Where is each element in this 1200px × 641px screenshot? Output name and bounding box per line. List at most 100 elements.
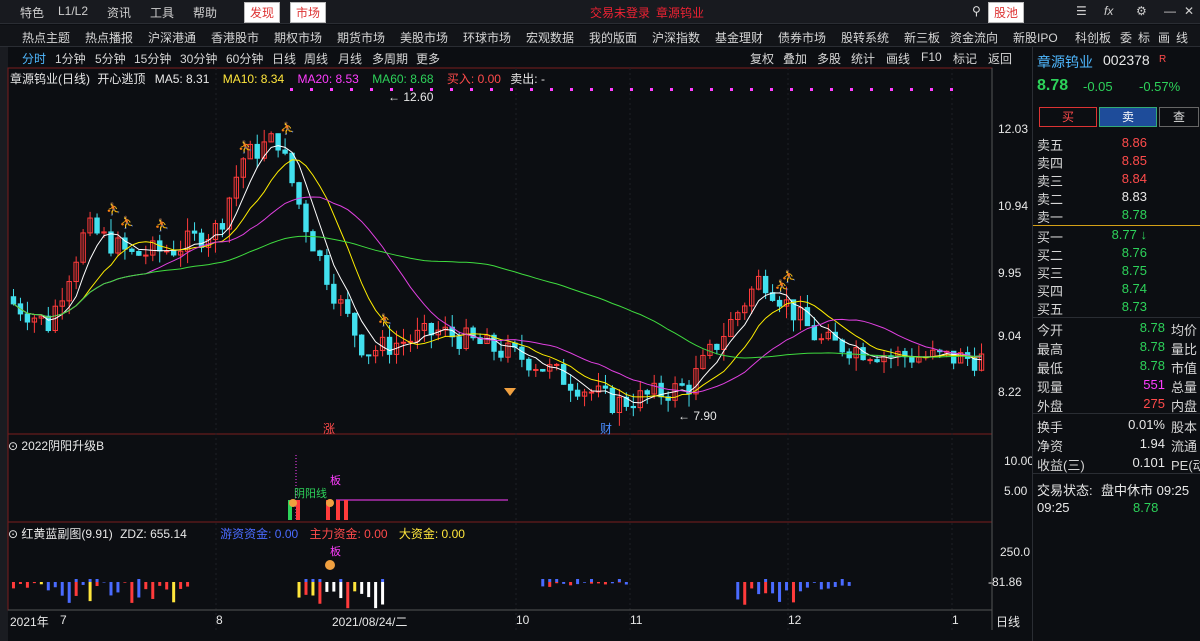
quote-price: 8.78: [1037, 77, 1069, 94]
formula-icon[interactable]: fx: [1104, 4, 1113, 18]
sub2-bar: [25, 582, 29, 588]
signal-dot: [710, 88, 713, 91]
book-divider: [1033, 225, 1200, 226]
stat2-label: 换手: [1037, 420, 1064, 435]
buy-button[interactable]: 买: [1039, 107, 1097, 127]
high-annotation: ← 12.60: [388, 90, 434, 104]
nav-tab-18[interactable]: 委: [1120, 29, 1132, 46]
candle-body: [630, 405, 637, 409]
candle-body: [860, 347, 866, 361]
stat-label2: 均价: [1171, 323, 1198, 338]
close-icon[interactable]: ✕: [1184, 4, 1194, 18]
legend-ma10: MA10: 8.34: [222, 72, 285, 86]
minimize-icon[interactable]: —: [1164, 4, 1176, 18]
layers-icon[interactable]: ☰: [1076, 4, 1087, 18]
sub2-bar: [88, 582, 92, 602]
stat2-label: 净资: [1037, 439, 1064, 454]
stat-label: 现量: [1037, 380, 1064, 395]
legend-indicator[interactable]: 开心逃顶: [97, 72, 145, 86]
bid-row-1: 买二 8.76: [1037, 245, 1199, 263]
time-axis-label-6: 12: [788, 613, 802, 627]
sub2-bar: [325, 582, 329, 592]
signal-dot: [670, 88, 673, 91]
stat-row-3: 现量 551 总量: [1037, 377, 1199, 395]
sub2-bar: [304, 582, 308, 595]
sub2-bar: [67, 582, 71, 603]
sub2-bar: [179, 582, 183, 589]
quote-change: -0.05: [1083, 79, 1113, 94]
diamond-marker: [504, 388, 516, 396]
signal-dot: [910, 88, 913, 91]
candle-body: [519, 346, 525, 360]
stat-row-4: 外盘 275 内盘: [1037, 396, 1199, 414]
sub2-bar: [743, 582, 747, 605]
candle-body: [714, 343, 720, 350]
stat2-row-0: 换手 0.01% 股本: [1037, 417, 1199, 435]
sub2-bar: [826, 582, 830, 589]
sub2-bar: [39, 582, 43, 585]
candle-body: [275, 133, 281, 151]
stat2-value: 1.94: [1139, 436, 1165, 451]
nav-tab-17[interactable]: 科创板: [1075, 29, 1111, 46]
sell-button[interactable]: 卖: [1099, 107, 1157, 127]
nav-tab-19[interactable]: 标: [1138, 29, 1150, 46]
quote-stock-name[interactable]: 章源钨业: [1037, 52, 1093, 72]
ask-price: 8.83: [1121, 189, 1147, 204]
signal-dot: [330, 88, 333, 91]
sub2-cap: [590, 579, 594, 582]
nav-tab-20[interactable]: 画: [1158, 29, 1170, 46]
candle-body: [219, 223, 226, 230]
bid-label: 买二: [1037, 248, 1064, 263]
time-axis-label-0: 2021年: [10, 615, 49, 629]
time-axis-label-2: 8: [216, 613, 223, 627]
kline-chart-area[interactable]: ⛹⛹ ⛹⛹⛹⛹⛹⛹: [0, 0, 1032, 641]
sub2-cap: [137, 579, 141, 582]
sub2-bar: [102, 582, 106, 583]
signal-dot: [590, 88, 593, 91]
stat2-label2: 股本: [1171, 420, 1198, 435]
sub1-coin-marker: [326, 499, 334, 507]
signal-dot: [950, 88, 953, 91]
signal-dot: [650, 88, 653, 91]
time-axis-label-8: 日线: [996, 615, 1021, 629]
ask-label: 卖二: [1037, 192, 1064, 207]
tick-price: 8.78: [1133, 500, 1159, 515]
sub2-bar: [381, 582, 385, 605]
candle-body: [456, 336, 462, 349]
sub2-bar: [764, 582, 768, 594]
sub2-cap: [548, 579, 552, 582]
sub2-tag-ban: 板: [330, 546, 341, 558]
bid-label: 买三: [1037, 266, 1064, 281]
sub2-bar: [624, 582, 628, 585]
candle-body: [762, 275, 769, 294]
sub2-bar: [833, 582, 837, 587]
ask-label: 卖四: [1037, 156, 1064, 171]
ask-row-1: 卖四 8.85: [1037, 153, 1199, 171]
candle-body: [129, 248, 135, 252]
buy-marker: ⛹: [120, 214, 135, 229]
nav-tab-21[interactable]: 线: [1176, 29, 1188, 46]
sub2-bar: [590, 582, 594, 584]
sub2-axis-label-1: -81.86: [988, 575, 1023, 589]
query-button[interactable]: 查: [1159, 107, 1199, 127]
sub2-bar: [360, 582, 364, 594]
sub2-bar: [791, 582, 795, 603]
buy-marker: ⛹: [238, 139, 253, 154]
bid-row-3: 买四 8.74: [1037, 281, 1199, 299]
candle-body: [874, 359, 880, 363]
zhang-marker: 涨: [323, 422, 336, 436]
settings-icon[interactable]: ⚙: [1136, 4, 1147, 18]
sub2-bar: [750, 582, 754, 589]
candle-body: [254, 143, 260, 159]
signal-dot: [550, 88, 553, 91]
sub1-bar: [336, 500, 340, 520]
tick-time: 09:25: [1037, 500, 1070, 515]
sub2-bar: [812, 582, 816, 583]
candle-body: [644, 390, 650, 395]
bid-price: 8.75: [1121, 263, 1147, 278]
candle-body: [317, 250, 323, 257]
ask-label: 卖一: [1037, 210, 1064, 225]
candle-body: [602, 385, 609, 389]
sub2-bar: [165, 582, 169, 590]
candle-body: [94, 217, 100, 234]
